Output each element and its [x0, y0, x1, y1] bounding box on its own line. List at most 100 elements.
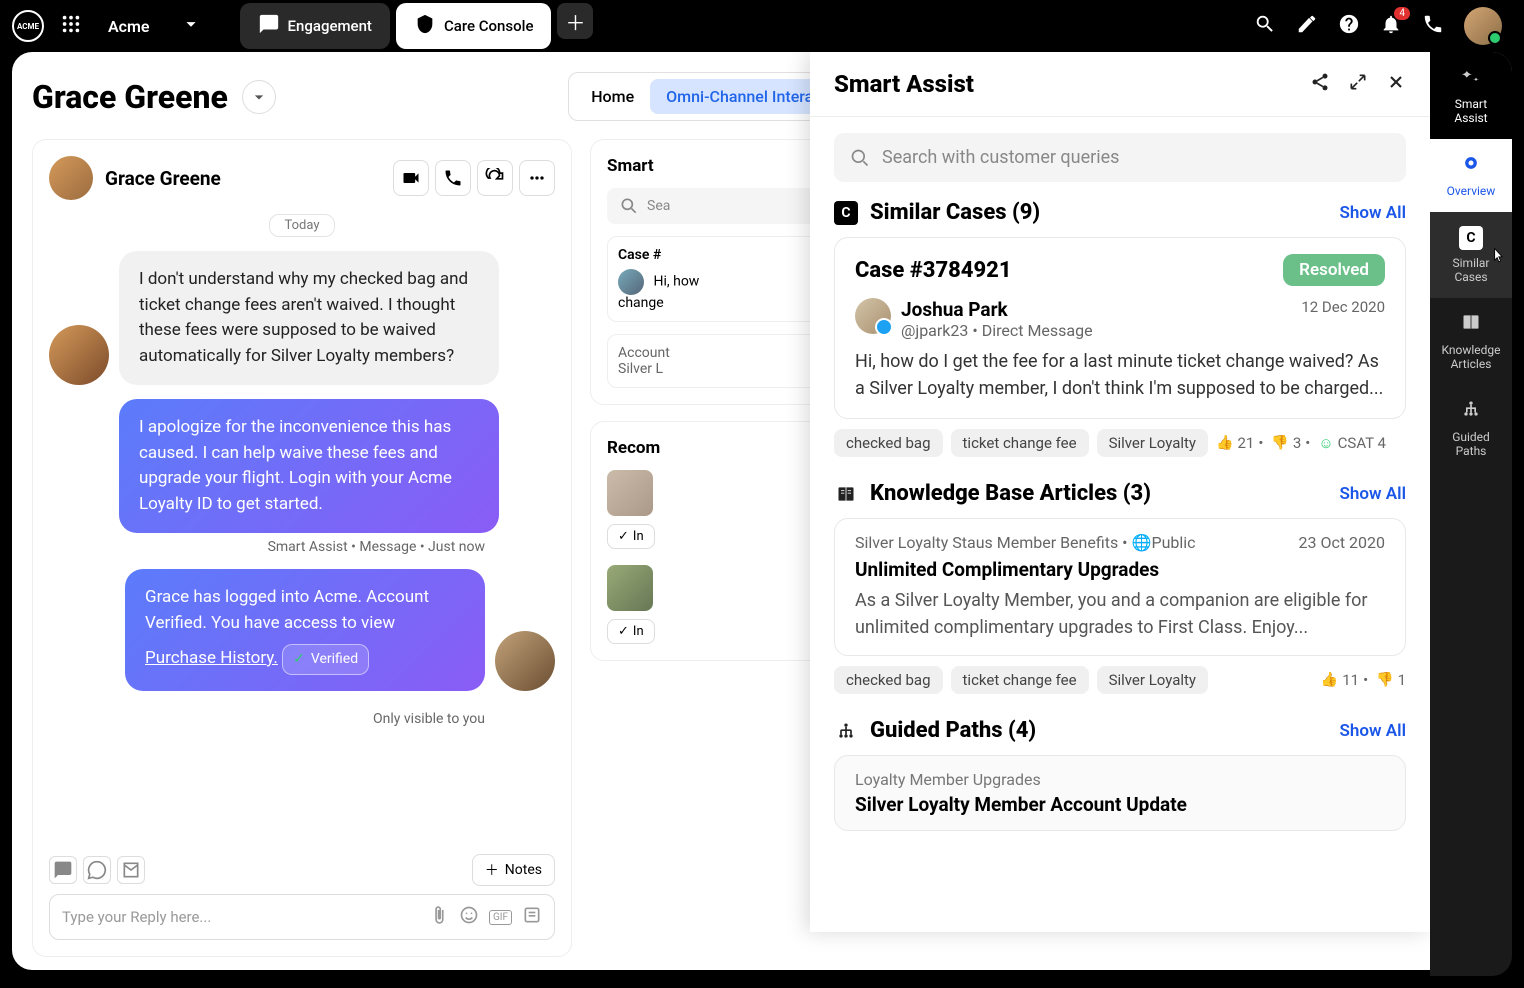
case-user-avatar: [855, 298, 891, 334]
attach-icon[interactable]: [429, 905, 449, 929]
guided-header: Guided Paths (4) Show All: [834, 718, 1406, 743]
shield-icon: [414, 13, 436, 39]
thumbs-up-icon: 👍: [1321, 672, 1338, 688]
message-meta: Smart Assist • Message • Just now: [49, 539, 485, 555]
chat-header: Grace Greene: [49, 156, 555, 200]
guided-title: Guided Paths (4): [870, 718, 1328, 743]
case-user-name: Joshua Park: [901, 298, 1093, 321]
case-text: Hi, how do I get the fee for a last minu…: [855, 348, 1385, 402]
csat-stat: ☺ CSAT 4: [1318, 434, 1386, 452]
guided-path-card[interactable]: Loyalty Member Upgrades Silver Loyalty M…: [834, 755, 1406, 831]
logo[interactable]: ACME: [12, 10, 44, 42]
edit-icon[interactable]: [1296, 13, 1318, 39]
rail-knowledge[interactable]: Knowledge Articles: [1430, 298, 1512, 385]
top-bar: ACME Acme Engagement Care Console ＋ 4: [0, 0, 1524, 52]
downvote-stat[interactable]: 👎 1: [1376, 671, 1406, 689]
kb-date: 23 Oct 2020: [1298, 533, 1385, 552]
tab-engagement[interactable]: Engagement: [240, 3, 390, 49]
user-avatar[interactable]: [1464, 7, 1502, 45]
chat-icon: [258, 13, 280, 39]
rail-label: Knowledge Articles: [1441, 343, 1500, 371]
insert-chip[interactable]: ✓ In: [607, 619, 655, 644]
assist-search-input[interactable]: Search with customer queries: [834, 133, 1406, 182]
video-button[interactable]: [393, 160, 429, 196]
tag[interactable]: Silver Loyalty: [1097, 429, 1208, 457]
kb-header: Knowledge Base Articles (3) Show All: [834, 481, 1406, 506]
call-button[interactable]: [435, 160, 471, 196]
rail-overview[interactable]: Overview: [1430, 139, 1512, 212]
guided-meta: Loyalty Member Upgrades: [855, 770, 1385, 789]
kb-tag-row: checked bag ticket change fee Silver Loy…: [834, 666, 1406, 694]
channel-whatsapp-icon[interactable]: [83, 856, 111, 884]
case-user-handle: @jpark23 • Direct Message: [901, 321, 1093, 340]
tag[interactable]: ticket change fee: [951, 429, 1089, 457]
guided-path-title: Silver Loyalty Member Account Update: [855, 793, 1385, 816]
show-all-guided[interactable]: Show All: [1340, 721, 1406, 741]
upvote-stat[interactable]: 👍 11 •: [1321, 671, 1368, 689]
topbar-actions: 4: [1254, 7, 1512, 45]
assist-header: Smart Assist: [810, 52, 1430, 117]
tag[interactable]: Silver Loyalty: [1097, 666, 1208, 694]
help-icon[interactable]: [1338, 13, 1360, 39]
purchase-history-link[interactable]: Purchase History.: [145, 648, 278, 668]
expand-icon[interactable]: [1348, 72, 1368, 96]
customer-avatar: [49, 156, 93, 200]
thumbs-up-icon: 👍: [1216, 435, 1233, 451]
close-icon[interactable]: [1386, 72, 1406, 96]
similar-cases-title: Similar Cases (9): [870, 200, 1328, 225]
message-avatar: [49, 325, 109, 385]
kb-article-title: Unlimited Complimentary Upgrades: [855, 558, 1385, 581]
smart-assist-panel: Smart Assist Search with customer querie…: [810, 52, 1430, 932]
chat-footer: ＋ Notes Type your Reply here... GIF: [49, 854, 555, 940]
tag[interactable]: checked bag: [834, 429, 943, 457]
channel-email-icon[interactable]: [117, 856, 145, 884]
upvote-stat[interactable]: 👍21 •: [1216, 434, 1263, 452]
refresh-button[interactable]: [477, 160, 513, 196]
channel-chat-icon[interactable]: [49, 856, 77, 884]
reply-input[interactable]: Type your Reply here... GIF: [49, 894, 555, 940]
notifications-button[interactable]: 4: [1380, 13, 1402, 39]
tag[interactable]: checked bag: [834, 666, 943, 694]
notes-button[interactable]: ＋ Notes: [472, 854, 555, 886]
case-id: Case #3784921: [855, 258, 1012, 283]
downvote-stat[interactable]: 👎3 •: [1271, 434, 1310, 452]
rail-similar-cases[interactable]: C Similar Cases: [1430, 212, 1512, 298]
kb-title: Knowledge Base Articles (3): [870, 481, 1328, 506]
template-icon[interactable]: [522, 905, 542, 929]
assist-title: Smart Assist: [834, 70, 1292, 98]
chevron-down-icon: [180, 13, 202, 39]
emoji-icon[interactable]: [459, 905, 479, 929]
brand-selector[interactable]: Acme: [98, 13, 212, 39]
show-all-kb[interactable]: Show All: [1340, 484, 1406, 504]
recom-thumb: [607, 470, 653, 516]
insert-chip[interactable]: ✓ In: [607, 524, 655, 549]
spark-icon: [1461, 66, 1481, 91]
rail-guided[interactable]: Guided Paths: [1430, 385, 1512, 472]
reply-placeholder: Type your Reply here...: [62, 908, 419, 926]
tag[interactable]: ticket change fee: [951, 666, 1089, 694]
book-icon: [1461, 312, 1481, 337]
apps-icon[interactable]: [52, 5, 90, 47]
check-icon: ✓: [293, 649, 305, 670]
rail-smart-assist[interactable]: Smart Assist: [1430, 52, 1512, 139]
more-button[interactable]: [519, 160, 555, 196]
similar-cases-header: C Similar Cases (9) Show All: [834, 200, 1406, 225]
add-tab-button[interactable]: ＋: [557, 3, 593, 39]
kb-icon: [834, 482, 858, 506]
notification-badge: 4: [1394, 7, 1410, 20]
globe-icon: 🌐: [1132, 533, 1152, 552]
tab-care-console[interactable]: Care Console: [396, 3, 552, 49]
share-icon[interactable]: [1310, 72, 1330, 96]
right-rail: Smart Assist Overview C Similar Cases Kn…: [1430, 52, 1512, 976]
kb-card[interactable]: Silver Loyalty Staus Member Benefits • 🌐…: [834, 518, 1406, 656]
search-icon[interactable]: [1254, 13, 1276, 39]
rail-label: Similar Cases: [1453, 256, 1490, 284]
tab-label: Care Console: [444, 17, 534, 35]
expand-button[interactable]: [242, 80, 276, 114]
show-all-cases[interactable]: Show All: [1340, 203, 1406, 223]
breadcrumb-home[interactable]: Home: [575, 79, 650, 114]
case-card[interactable]: Case #3784921 Resolved Joshua Park @jpar…: [834, 237, 1406, 419]
phone-icon[interactable]: [1422, 13, 1444, 39]
gif-icon[interactable]: GIF: [489, 910, 512, 925]
tab-list: Engagement Care Console ＋: [240, 3, 594, 49]
